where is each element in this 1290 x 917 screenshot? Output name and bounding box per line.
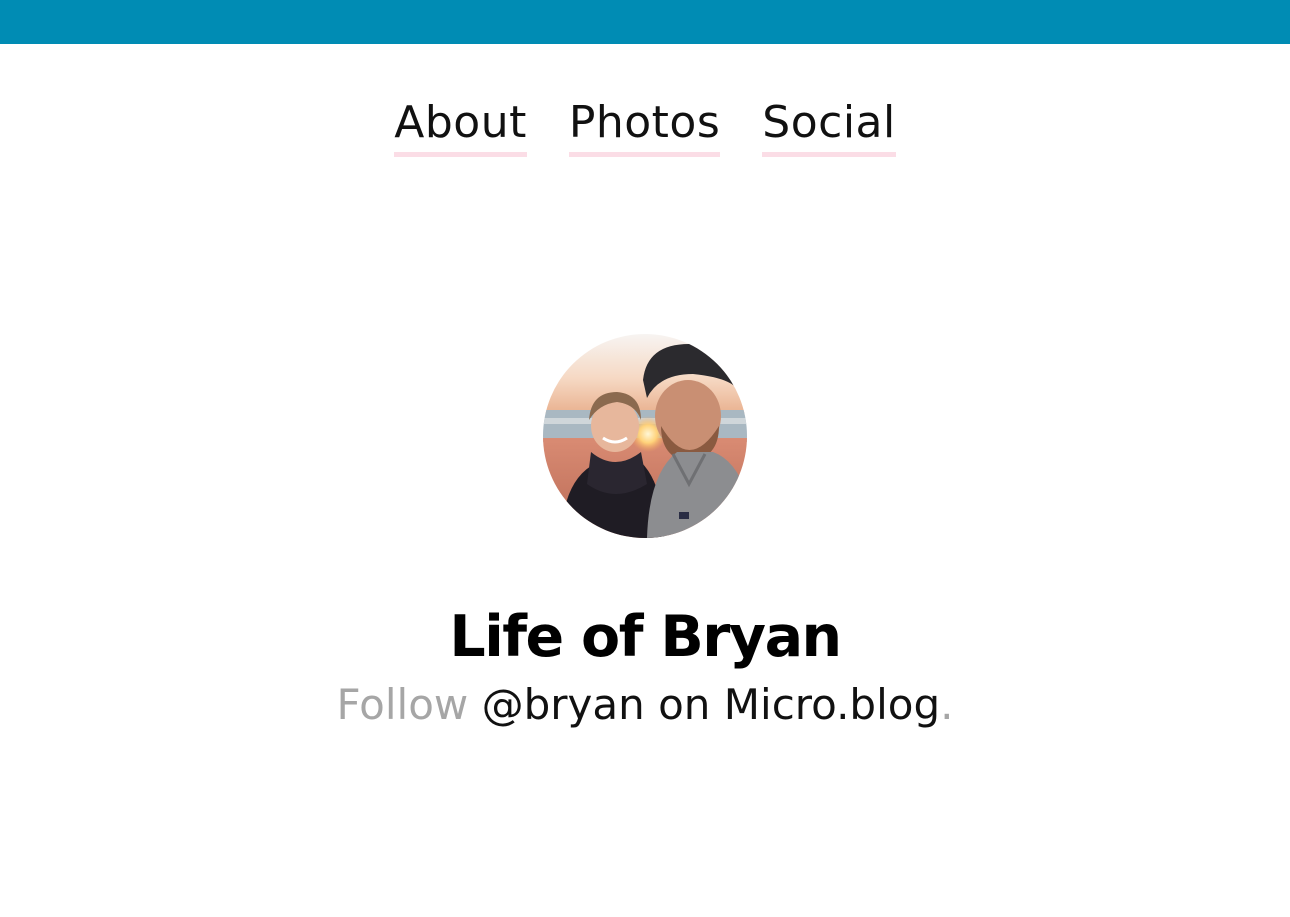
microblog-profile-link[interactable]: @bryan on Micro.blog: [482, 680, 941, 729]
avatar-photo: [543, 334, 747, 538]
top-color-bar: [0, 0, 1290, 44]
nav-item-photos[interactable]: Photos: [568, 98, 721, 157]
nav-item-about[interactable]: About: [394, 98, 527, 157]
nav-item-social[interactable]: Social: [762, 98, 896, 157]
follow-line: Follow @bryan on Micro.blog.: [0, 680, 1290, 730]
avatar: [543, 334, 747, 538]
main-nav: About Photos Social: [0, 98, 1290, 157]
site-title: Life of Bryan: [449, 604, 842, 670]
follow-prefix: Follow: [336, 680, 469, 729]
follow-suffix: .: [940, 680, 954, 729]
